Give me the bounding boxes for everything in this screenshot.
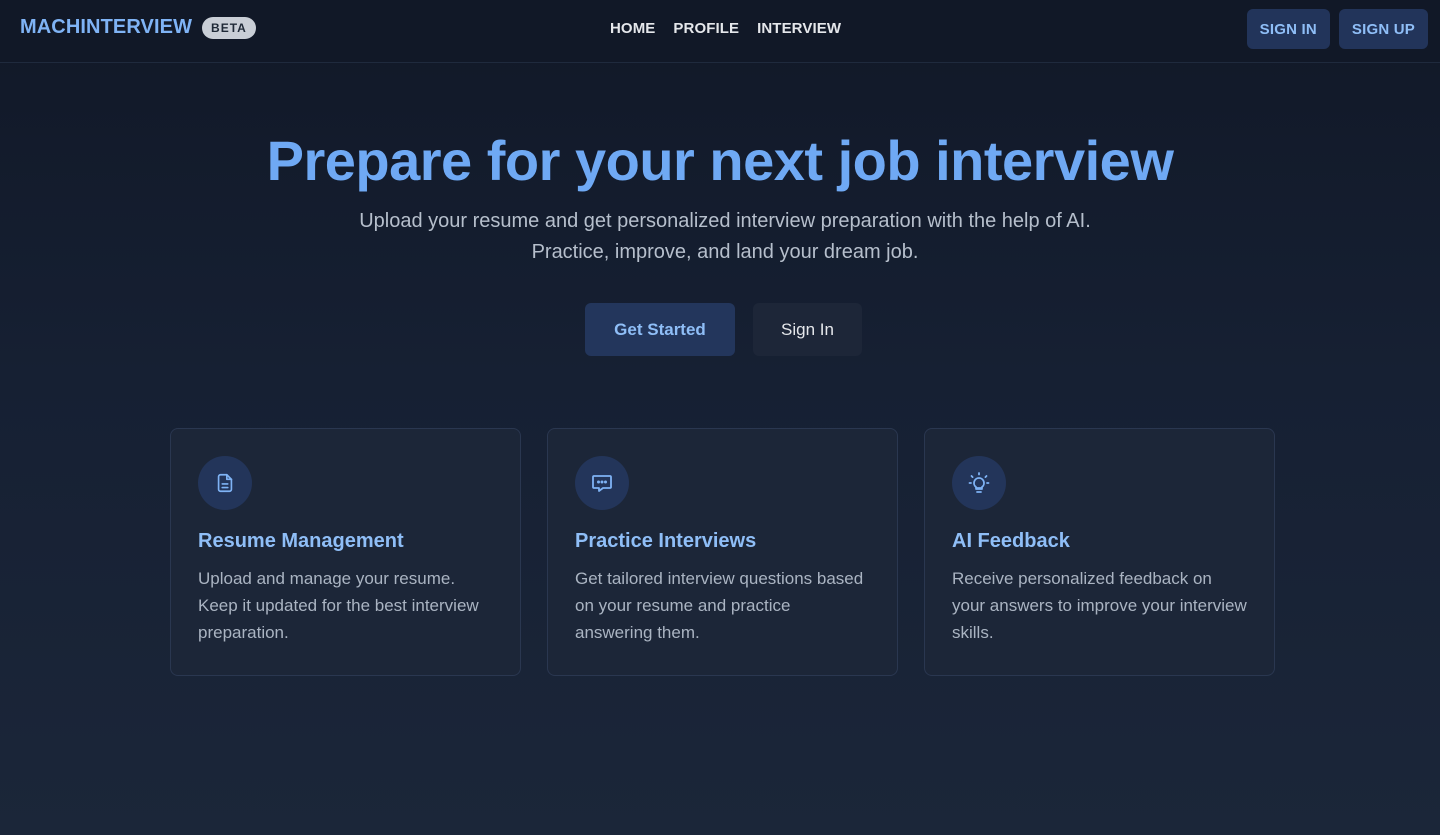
beta-badge: BETA [202, 16, 256, 39]
feature-title: Resume Management [198, 530, 404, 552]
feature-card-practice: Practice Interviews Get tailored intervi… [547, 428, 898, 676]
header-sign-up-button[interactable]: SIGN UP [1338, 9, 1428, 49]
nav-profile[interactable]: PROFILE [673, 20, 739, 37]
brand-logo-text[interactable]: MACHINTERVIEW [20, 16, 192, 39]
lightbulb-icon [952, 456, 1006, 510]
feature-title: AI Feedback [952, 530, 1070, 552]
top-navbar: MACHINTERVIEW BETA HOME PROFILE INTERVIE… [0, 0, 1440, 63]
feature-card-resume: Resume Management Upload and manage your… [170, 428, 521, 676]
nav-home[interactable]: HOME [610, 20, 655, 37]
main-nav: HOME PROFILE INTERVIEW [610, 20, 841, 37]
brand[interactable]: MACHINTERVIEW BETA [20, 16, 256, 39]
feature-description: Receive personalized feedback on your an… [952, 569, 1247, 642]
hero-cta-group: Get Started Sign In [585, 303, 862, 356]
auth-buttons: SIGN IN SIGN UP [1246, 9, 1428, 49]
hero-title: Prepare for your next job interview [266, 129, 1174, 192]
feature-description: Upload and manage your resume. Keep it u… [198, 569, 479, 642]
feature-description: Get tailored interview questions based o… [575, 569, 864, 642]
hero-subtitle: Upload your resume and get personalized … [359, 210, 1091, 263]
feature-card-feedback: AI Feedback Receive personalized feedbac… [924, 428, 1275, 676]
get-started-button[interactable]: Get Started [585, 303, 735, 356]
feature-cards: Resume Management Upload and manage your… [170, 428, 1275, 676]
document-icon [198, 456, 252, 510]
nav-interview[interactable]: INTERVIEW [757, 20, 841, 37]
feature-title: Practice Interviews [575, 530, 757, 552]
header-sign-in-button[interactable]: SIGN IN [1246, 9, 1330, 49]
hero-sign-in-button[interactable]: Sign In [753, 303, 862, 356]
chat-icon [575, 456, 629, 510]
